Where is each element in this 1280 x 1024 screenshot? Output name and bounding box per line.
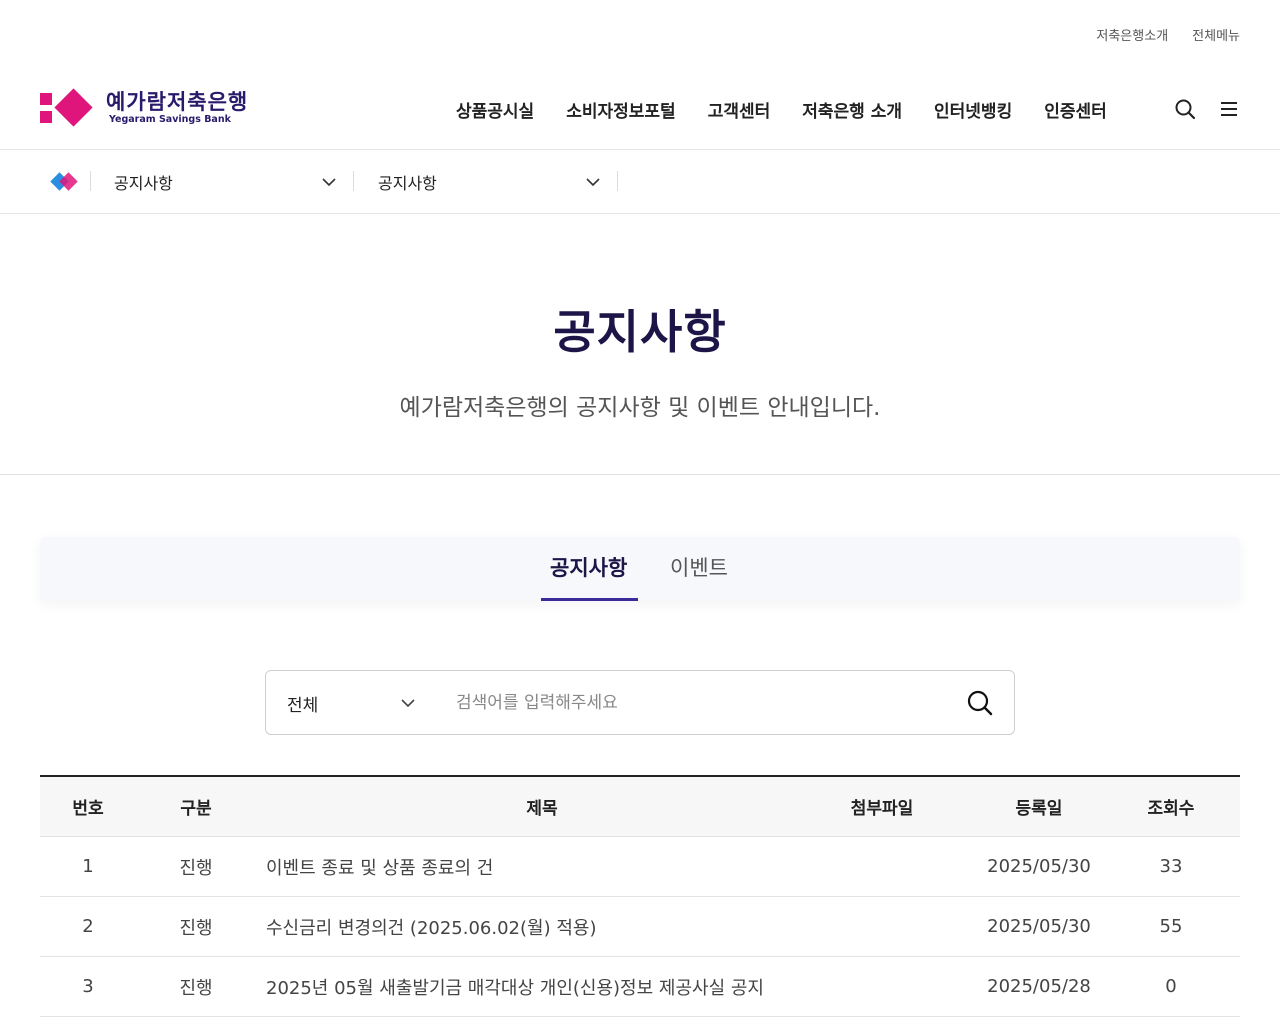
cell-date: 2025/05/30 (987, 856, 1091, 877)
cell-no: 1 (82, 856, 94, 877)
header-category: 구분 (180, 799, 212, 819)
cell-date: 2025/05/28 (987, 976, 1091, 997)
cell-category: 진행 (179, 857, 213, 879)
link-all-menu[interactable]: 전체메뉴 (1192, 25, 1240, 44)
location-dropdown-1-label: 공지사항 (114, 174, 173, 193)
header-icons (1174, 98, 1240, 120)
page-title: 공지사항 (553, 305, 727, 359)
tab-event[interactable]: 이벤트 (670, 552, 728, 582)
chevron-down-icon (322, 178, 336, 187)
search-category-select[interactable]: 전체 (287, 691, 318, 716)
utility-links: 저축은행소개 전체메뉴 (1096, 25, 1240, 44)
table-row[interactable]: 1 진행 이벤트 종료 및 상품 종료의 건 2025/05/30 33 (40, 837, 1240, 897)
header-date: 등록일 (1015, 799, 1063, 819)
gnb-item-bank-intro[interactable]: 저축은행 소개 (802, 97, 902, 122)
cell-views: 0 (1165, 976, 1177, 997)
cell-views: 33 (1159, 856, 1183, 877)
gnb-item-internet-banking[interactable]: 인터넷뱅킹 (934, 97, 1012, 122)
chevron-down-icon (586, 178, 600, 187)
gnb-item-consumer-info[interactable]: 소비자정보포털 (566, 97, 675, 122)
menu-icon[interactable] (1218, 98, 1240, 120)
location-dropdown-1[interactable]: 공지사항 (114, 170, 336, 194)
search-input[interactable] (456, 685, 936, 721)
divider (90, 171, 91, 191)
logo-mark-icon (40, 87, 93, 127)
chevron-down-icon[interactable] (400, 695, 416, 711)
location-dropdown-2-label: 공지사항 (378, 174, 437, 193)
table-row[interactable]: 3 진행 2025년 05월 새출발기금 매각대상 개인(신용)정보 제공사실 … (40, 957, 1240, 1017)
cell-views: 55 (1159, 916, 1183, 937)
search-icon[interactable] (966, 689, 994, 717)
cell-date: 2025/05/30 (987, 916, 1091, 937)
location-bar: 공지사항 공지사항 (0, 150, 1280, 214)
gnb-item-cert-center[interactable]: 인증센터 (1044, 97, 1107, 122)
table-row[interactable]: 2 진행 수신금리 변경의건 (2025.06.02(월) 적용) 2025/0… (40, 897, 1240, 957)
logo-text-en: Yegaram Savings Bank (109, 114, 231, 125)
cell-no: 3 (82, 976, 94, 997)
board-tabs: 공지사항 이벤트 (40, 537, 1240, 601)
tab-notice[interactable]: 공지사항 (550, 552, 627, 582)
location-dropdown-2[interactable]: 공지사항 (378, 170, 600, 194)
logo-text-ko: 예가람저축은행 (106, 90, 249, 114)
gnb-item-customer-center[interactable]: 고객센터 (708, 97, 771, 122)
cell-title-link[interactable]: 2025년 05월 새출발기금 매각대상 개인(신용)정보 제공사실 공지 (256, 974, 828, 1000)
header-views: 조회수 (1147, 799, 1195, 819)
title-divider (0, 474, 1280, 475)
cell-title-link[interactable]: 이벤트 종료 및 상품 종료의 건 (256, 854, 828, 880)
search-box: 전체 (265, 670, 1015, 735)
header-title: 제목 (526, 799, 558, 819)
table-header: 번호 구분 제목 첨부파일 등록일 조회수 (40, 777, 1240, 837)
header-attachment: 첨부파일 (850, 799, 914, 819)
logo[interactable]: 예가람저축은행 Yegaram Savings Bank (40, 87, 249, 127)
global-nav: 상품공시실 소비자정보포털 고객센터 저축은행 소개 인터넷뱅킹 인증센터 (456, 97, 1107, 122)
search-icon[interactable] (1174, 98, 1196, 120)
link-bank-intro[interactable]: 저축은행소개 (1096, 25, 1168, 44)
divider (617, 171, 618, 191)
cell-title-link[interactable]: 수신금리 변경의건 (2025.06.02(월) 적용) (256, 914, 828, 940)
cell-category: 진행 (179, 917, 213, 939)
gnb-item-products[interactable]: 상품공시실 (456, 97, 534, 122)
divider (353, 171, 354, 191)
active-tab-indicator (541, 598, 638, 601)
home-icon[interactable] (50, 171, 80, 193)
notice-table: 번호 구분 제목 첨부파일 등록일 조회수 1 진행 이벤트 종료 및 상품 종… (40, 775, 1240, 1017)
cell-no: 2 (82, 916, 94, 937)
header-no: 번호 (72, 799, 104, 819)
cell-category: 진행 (179, 977, 213, 999)
page-subtitle: 예가람저축은행의 공지사항 및 이벤트 안내입니다. (399, 395, 881, 421)
